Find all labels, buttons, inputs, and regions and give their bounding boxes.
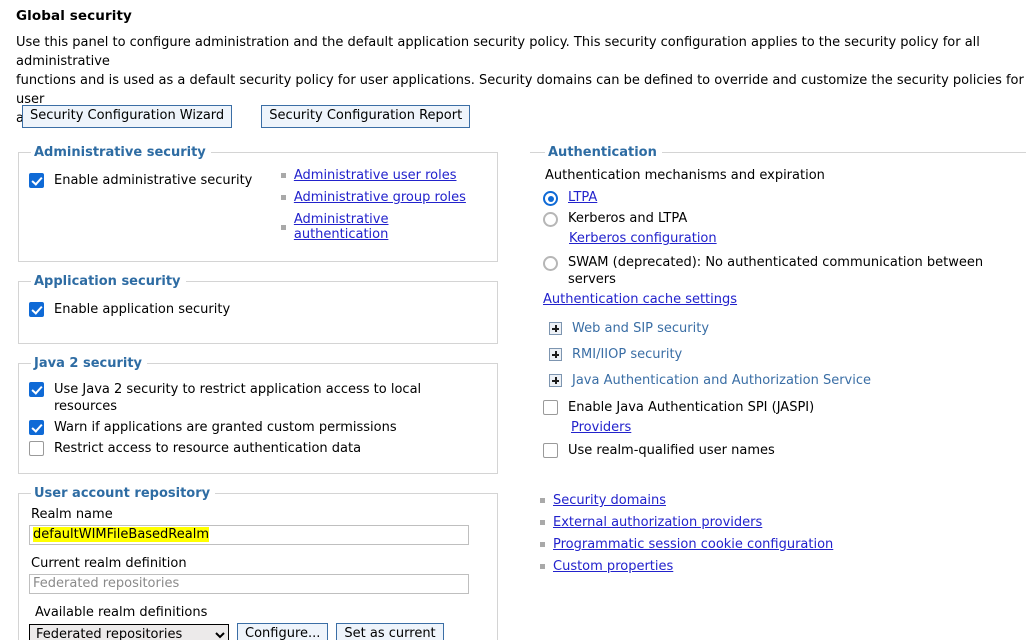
administrative-user-roles-link[interactable]: Administrative user roles [294, 168, 457, 183]
plus-square-icon[interactable] [549, 348, 562, 361]
list-item[interactable]: Custom properties [540, 559, 1026, 574]
configure-button[interactable]: Configure... [237, 623, 329, 640]
use-java2-security-checkbox[interactable] [29, 382, 44, 397]
available-realm-definitions-select[interactable]: Federated repositories Local operating s… [29, 623, 229, 640]
realm-qualified-names-label: Use realm-qualified user names [568, 443, 775, 458]
square-bullet-icon [280, 224, 286, 230]
user-account-repository-legend: User account repository [34, 486, 211, 501]
set-as-current-button[interactable]: Set as current [336, 623, 444, 640]
application-security-legend: Application security [34, 274, 181, 289]
kerberos-ltpa-radio[interactable] [543, 212, 558, 227]
square-bullet-icon [540, 542, 545, 547]
use-java2-security-label: Use Java 2 security to restrict applicat… [54, 382, 422, 414]
plus-square-icon[interactable] [549, 374, 562, 387]
bottom-links-list: Security domains External authorization … [530, 493, 1026, 574]
web-sip-security-label[interactable]: Web and SIP security [572, 321, 709, 336]
enable-administrative-security-row[interactable]: Enable administrative security [29, 172, 281, 189]
user-account-repository-section: User account repository Realm name defau… [18, 486, 498, 640]
list-item[interactable]: Administrative user roles [280, 168, 487, 183]
warn-custom-permissions-row[interactable]: Warn if applications are granted custom … [29, 419, 487, 436]
realm-qualified-names-checkbox[interactable] [543, 443, 558, 458]
authentication-subtitle: Authentication mechanisms and expiration [545, 168, 825, 183]
security-configuration-wizard-button[interactable]: Security Configuration Wizard [22, 105, 233, 128]
square-bullet-icon [280, 195, 286, 200]
restrict-resource-auth-checkbox[interactable] [29, 441, 44, 456]
authentication-cache-settings-link[interactable]: Authentication cache settings [543, 292, 737, 307]
list-item[interactable]: Programmatic session cookie configuratio… [540, 537, 1026, 552]
authentication-legend: Authentication [548, 145, 657, 160]
warn-custom-permissions-label: Warn if applications are granted custom … [54, 420, 397, 435]
ltpa-radio[interactable] [543, 191, 558, 206]
rmi-iiop-security-tree-row[interactable]: RMI/IIOP security [543, 347, 1016, 362]
custom-properties-link[interactable]: Custom properties [553, 559, 673, 574]
current-realm-definition-label: Current realm definition [31, 556, 187, 571]
jaas-tree-row[interactable]: Java Authentication and Authorization Se… [543, 373, 1016, 388]
realm-qualified-names-row[interactable]: Use realm-qualified user names [543, 442, 1016, 459]
kerberos-ltpa-label: Kerberos and LTPA [568, 211, 688, 226]
square-bullet-icon [540, 564, 545, 569]
swam-option-row[interactable]: SWAM (deprecated): No authenticated comm… [543, 254, 1016, 288]
jaas-label[interactable]: Java Authentication and Authorization Se… [572, 373, 871, 388]
list-item[interactable]: External authorization providers [540, 515, 1026, 530]
global-security-page: Global security Use this panel to config… [0, 0, 1026, 640]
administrative-group-roles-link[interactable]: Administrative group roles [294, 190, 466, 205]
plus-square-icon[interactable] [549, 322, 562, 335]
realm-name-input[interactable]: defaultWIMFileBasedRealm [29, 525, 469, 545]
realm-controls: Federated repositories Local operating s… [29, 623, 487, 640]
restrict-resource-auth-row[interactable]: Restrict access to resource authenticati… [29, 440, 487, 457]
kerberos-ltpa-option-row[interactable]: Kerberos and LTPA [543, 210, 1016, 227]
realm-name-value: defaultWIMFileBasedRealm [33, 527, 209, 542]
current-realm-definition-input: Federated repositories [29, 574, 469, 594]
realm-name-label: Realm name [31, 507, 113, 522]
security-domains-link[interactable]: Security domains [553, 493, 666, 508]
restrict-resource-auth-label: Restrict access to resource authenticati… [54, 441, 362, 456]
left-column: Administrative security Enable administr… [18, 145, 498, 640]
enable-application-security-checkbox[interactable] [29, 302, 44, 317]
rmi-iiop-security-label[interactable]: RMI/IIOP security [572, 347, 682, 362]
ltpa-option-row[interactable]: LTPA [543, 189, 1016, 206]
web-sip-security-tree-row[interactable]: Web and SIP security [543, 321, 1016, 336]
providers-link[interactable]: Providers [571, 420, 631, 435]
administrative-security-legend: Administrative security [34, 145, 206, 160]
swam-label: SWAM (deprecated): No authenticated comm… [568, 255, 984, 287]
administrative-security-section: Administrative security Enable administr… [18, 145, 498, 262]
jaspi-checkbox[interactable] [543, 400, 558, 415]
jaspi-label: Enable Java Authentication SPI (JASPI) [568, 400, 815, 415]
list-item[interactable]: Administrative authentication [280, 212, 487, 242]
ltpa-link[interactable]: LTPA [568, 190, 597, 205]
administrative-security-links: Administrative user roles Administrative… [280, 168, 487, 242]
right-column: Authentication Authentication mechanisms… [530, 145, 1026, 581]
toolbar: Security Configuration Wizard Security C… [22, 105, 471, 128]
administrative-authentication-link[interactable]: Administrative authentication [294, 212, 487, 242]
external-authorization-providers-link[interactable]: External authorization providers [553, 515, 762, 530]
square-bullet-icon [280, 173, 286, 178]
enable-application-security-row[interactable]: Enable application security [29, 301, 487, 318]
warn-custom-permissions-checkbox[interactable] [29, 420, 44, 435]
square-bullet-icon [540, 520, 545, 525]
list-item[interactable]: Administrative group roles [280, 190, 487, 205]
list-item[interactable]: Security domains [540, 493, 1026, 508]
swam-radio[interactable] [543, 256, 558, 271]
enable-administrative-security-checkbox[interactable] [29, 173, 44, 188]
jaspi-row[interactable]: Enable Java Authentication SPI (JASPI) [543, 399, 1016, 416]
java2-security-legend: Java 2 security [34, 356, 143, 371]
java2-security-section: Java 2 security Use Java 2 security to r… [18, 356, 498, 474]
page-title: Global security [16, 8, 132, 24]
enable-application-security-label: Enable application security [54, 302, 231, 317]
authentication-section: Authentication Authentication mechanisms… [530, 145, 1026, 475]
available-realm-definitions-label: Available realm definitions [35, 605, 208, 620]
security-configuration-report-button[interactable]: Security Configuration Report [261, 105, 471, 128]
use-java2-security-row[interactable]: Use Java 2 security to restrict applicat… [29, 381, 487, 415]
application-security-section: Application security Enable application … [18, 274, 498, 344]
programmatic-session-cookie-configuration-link[interactable]: Programmatic session cookie configuratio… [553, 537, 833, 552]
enable-administrative-security-label: Enable administrative security [54, 173, 253, 188]
kerberos-configuration-link[interactable]: Kerberos configuration [569, 231, 717, 246]
square-bullet-icon [540, 498, 545, 503]
